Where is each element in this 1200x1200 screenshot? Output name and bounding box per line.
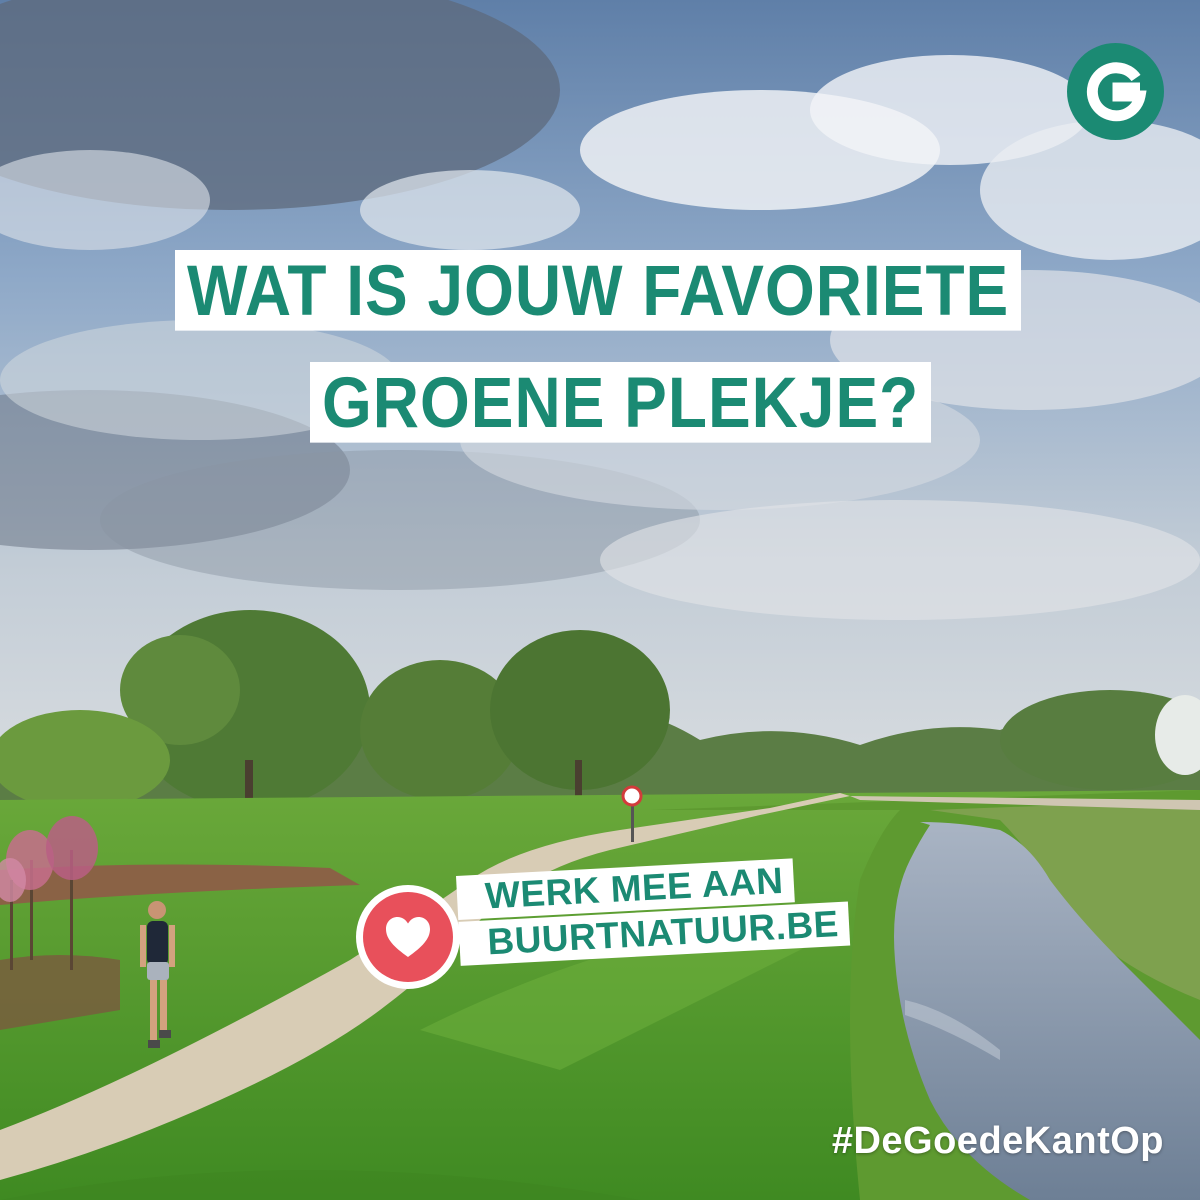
logo-g-mark	[1086, 61, 1147, 121]
heart-icon	[386, 917, 430, 957]
cta-heart-badge	[356, 885, 460, 989]
headline-line-2: GROENE PLEKJE?	[310, 362, 932, 443]
landscape-photo	[0, 0, 1200, 1200]
hashtag: #DeGoedeKantOp	[831, 1120, 1164, 1162]
brand-logo	[1067, 43, 1164, 140]
heart-circle	[363, 892, 453, 982]
poster: WAT IS JOUW FAVORIETE GROENE PLEKJE? WER…	[0, 0, 1200, 1200]
headline-line-1: WAT IS JOUW FAVORIETE	[175, 250, 1022, 331]
